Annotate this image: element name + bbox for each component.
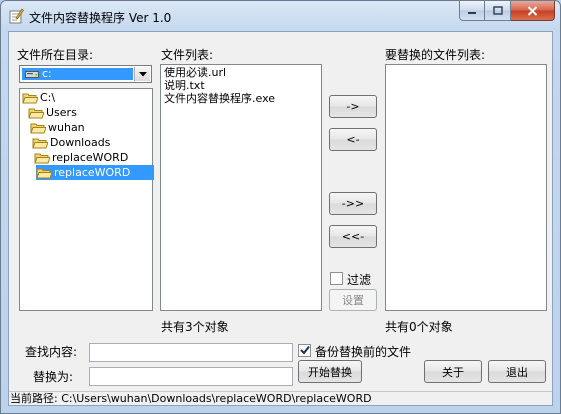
close-icon	[527, 5, 538, 16]
open-folder-icon	[22, 93, 38, 104]
settings-button[interactable]: 设置	[329, 289, 377, 311]
tree-item-wuhan[interactable]: wuhan	[30, 120, 85, 135]
close-button[interactable]	[511, 1, 555, 21]
remove-button[interactable]: <-	[329, 128, 377, 151]
file-list-label: 文件列表:	[161, 48, 214, 62]
drive-select[interactable]: c:	[19, 65, 152, 83]
file-list[interactable]: 使用必读.url 说明.txt 文件内容替换程序.exe	[160, 64, 322, 311]
drive-selected-text: c:	[42, 67, 52, 80]
client-area: 文件所在目录: c: C:\ Users wuhan Downloads rep…	[8, 31, 553, 406]
tree-item-label: Downloads	[50, 136, 111, 149]
window-title: 文件内容替换程序 Ver 1.0	[29, 11, 172, 25]
tree-item-users[interactable]: Users	[28, 105, 77, 120]
about-button[interactable]: 关于	[424, 360, 482, 383]
find-input[interactable]	[89, 343, 293, 362]
tree-item-label: replaceWORD	[54, 166, 131, 179]
tree-item-label: C:\	[40, 91, 56, 104]
open-folder-icon	[28, 108, 44, 119]
chevron-down-icon	[138, 71, 147, 76]
main-window: 文件内容替换程序 Ver 1.0 文件所在目录: c: C:\ Users wu…	[0, 0, 561, 414]
open-folder-icon	[34, 153, 50, 164]
status-bar: 当前路径: C:\Users\wuhan\Downloads\replaceWO…	[9, 391, 552, 406]
tree-item-replaceword[interactable]: replaceWORD	[34, 150, 128, 165]
replace-input[interactable]	[89, 367, 293, 386]
tree-item-label: replaceWORD	[52, 151, 129, 164]
tree-item-replaceword-selected[interactable]: replaceWORD	[36, 165, 154, 180]
backup-checkbox[interactable]	[298, 344, 311, 357]
backup-label: 备份替换前的文件	[315, 345, 412, 359]
checkmark-icon	[300, 345, 310, 355]
replace-label: 替换为:	[33, 370, 74, 384]
drive-dropdown-button[interactable]	[134, 67, 150, 81]
find-label: 查找内容:	[25, 345, 78, 359]
replace-list[interactable]	[385, 64, 547, 311]
filter-label: 过滤	[347, 273, 372, 287]
filter-checkbox[interactable]	[330, 272, 343, 285]
list-item[interactable]: 文件内容替换程序.exe	[164, 92, 275, 105]
open-folder-icon	[30, 123, 46, 134]
tree-item-downloads[interactable]: Downloads	[32, 135, 110, 150]
add-button[interactable]: ->	[329, 95, 377, 118]
current-path: 当前路径: C:\Users\wuhan\Downloads\replaceWO…	[10, 392, 372, 405]
list-item[interactable]: 说明.txt	[164, 79, 205, 92]
start-replace-button[interactable]: 开始替换	[298, 360, 362, 383]
list-item[interactable]: 使用必读.url	[164, 66, 226, 79]
file-count: 共有3个对象	[161, 320, 229, 334]
remove-all-button[interactable]: <<-	[329, 225, 377, 248]
add-all-button[interactable]: ->>	[329, 192, 377, 215]
minimize-button[interactable]	[459, 1, 485, 21]
replace-list-label: 要替换的文件列表:	[385, 48, 486, 62]
replace-count: 共有0个对象	[385, 320, 453, 334]
exit-button[interactable]: 退出	[488, 360, 546, 383]
app-icon	[9, 8, 24, 24]
maximize-icon	[492, 6, 503, 15]
open-folder-icon	[32, 138, 48, 149]
folder-tree[interactable]: C:\ Users wuhan Downloads replaceWORD re…	[19, 88, 154, 311]
tree-item-root[interactable]: C:\	[22, 90, 55, 105]
maximize-button[interactable]	[485, 1, 511, 21]
title-bar[interactable]: 文件内容替换程序 Ver 1.0	[1, 1, 560, 31]
tree-item-label: wuhan	[48, 121, 85, 134]
minimize-icon	[468, 11, 476, 14]
directory-label: 文件所在目录:	[17, 48, 94, 62]
drive-selected-value: c:	[22, 68, 133, 80]
tree-item-label: Users	[46, 106, 77, 119]
drive-icon	[25, 71, 39, 78]
open-folder-icon	[36, 168, 52, 179]
